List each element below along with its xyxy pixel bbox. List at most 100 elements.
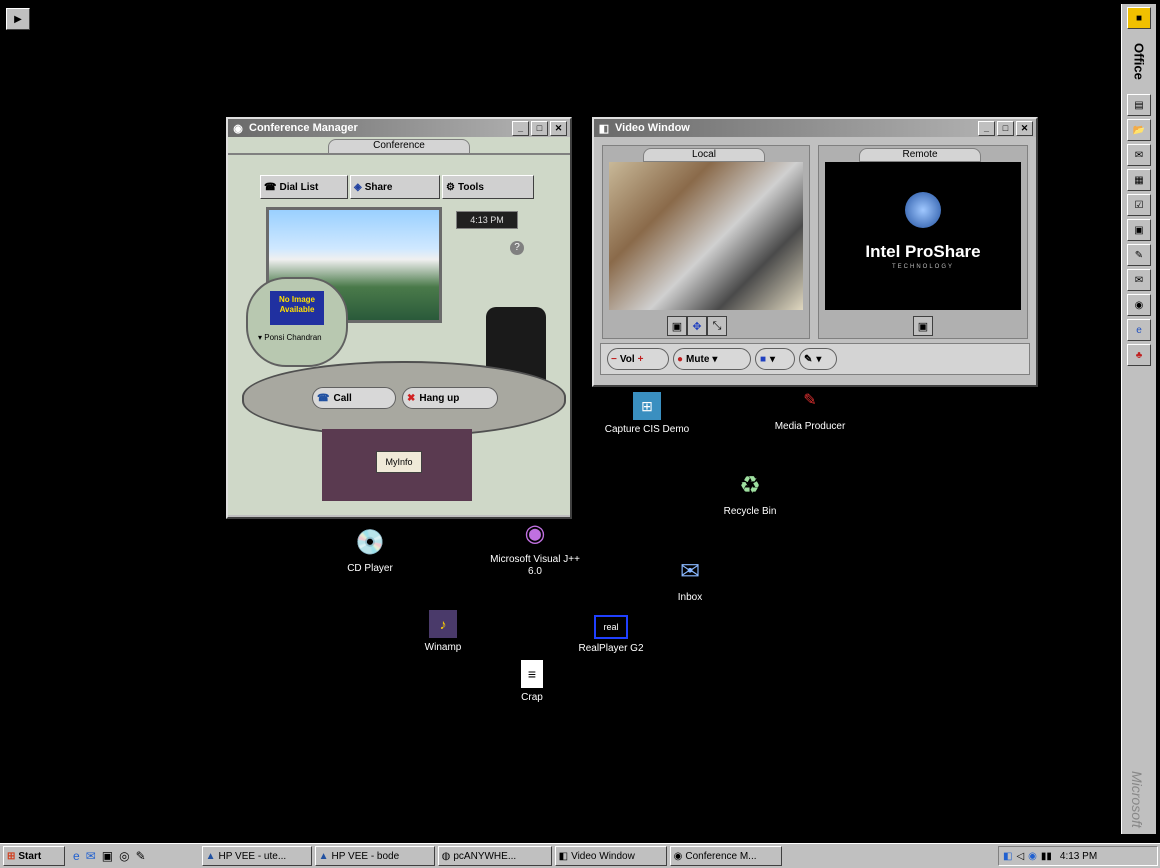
- start-button[interactable]: ⊞ Start: [3, 846, 65, 866]
- video-window-icon: ◧: [558, 850, 569, 862]
- task-hp-vee-ute[interactable]: ▲ HP VEE - ute...: [201, 846, 312, 866]
- maximize-button[interactable]: □: [997, 120, 1014, 136]
- proshare-logo-icon: [905, 192, 941, 228]
- divider: [228, 153, 570, 155]
- contact-name-label: Ponsi Chandran: [264, 333, 322, 342]
- dial-list-icon: ☎: [264, 181, 277, 193]
- share-icon: ◈: [354, 181, 362, 193]
- help-button[interactable]: ?: [510, 241, 524, 255]
- desktop-icon-label: Media Producer: [774, 421, 846, 432]
- window-title: Video Window: [615, 122, 690, 134]
- my-info-card[interactable]: MyInfo: [376, 451, 422, 473]
- chevron-down-icon: ▾: [816, 353, 822, 365]
- signal-icon[interactable]: ▮▮: [1041, 851, 1052, 862]
- folder-icon[interactable]: ✉: [1127, 269, 1151, 291]
- mute-button[interactable]: ● Mute ▾: [673, 348, 751, 370]
- close-button[interactable]: ✕: [1016, 120, 1033, 136]
- hp-vee-icon: ▲: [318, 850, 329, 862]
- adjust-icon[interactable]: ⤡: [707, 316, 727, 336]
- desktop-icon-realplayer[interactable]: real RealPlayer G2: [566, 615, 656, 655]
- channels-icon[interactable]: ◎: [119, 849, 129, 863]
- desktop-icon[interactable]: ▣: [102, 849, 113, 863]
- desktop-icon-inbox[interactable]: ✉ Inbox: [645, 556, 735, 604]
- desktop-icon-label: CD Player: [347, 563, 393, 574]
- hp-vee-icon: ▲: [205, 850, 216, 862]
- audio-controls-bar: − Vol + ● Mute ▾ ■ ▾ ✎ ▾: [600, 343, 1030, 375]
- conference-room-scene: Conference ☎ Dial List ◈ Share ⚙ Tools 4…: [228, 137, 570, 515]
- call-label: Call: [333, 392, 352, 404]
- desktop-icon-crap[interactable]: ≡ Crap: [487, 660, 577, 704]
- media-icon[interactable]: ◉: [1127, 294, 1151, 316]
- outlook-icon[interactable]: ✉: [1127, 144, 1151, 166]
- tab-local[interactable]: Local: [643, 148, 765, 162]
- desktop-icon-winamp[interactable]: ♪ Winamp: [398, 610, 488, 654]
- hang-up-button[interactable]: ✖ Hang up: [402, 387, 498, 409]
- brand-main: Intel ProShare: [865, 242, 981, 261]
- calendar-icon[interactable]: ▦: [1127, 169, 1151, 191]
- desktop-icon-label: Recycle Bin: [723, 506, 777, 517]
- dial-list-label: Dial List: [279, 181, 319, 193]
- minimize-button[interactable]: _: [978, 120, 995, 136]
- proshare-icon: ◉: [673, 850, 683, 862]
- volume-up-icon: +: [637, 353, 644, 365]
- desktop-icon-recycle-bin[interactable]: ♻ Recycle Bin: [705, 470, 795, 518]
- hang-up-icon: ✖: [407, 392, 416, 404]
- desktop-icon-media-producer[interactable]: ✎ Media Producer: [765, 385, 855, 433]
- contact-name[interactable]: ▾ Ponsi Chandran: [258, 333, 338, 342]
- open-folder-icon[interactable]: 📂: [1127, 119, 1151, 141]
- task-label: Video Window: [571, 850, 635, 862]
- video-window-titlebar[interactable]: ◧ Video Window _ □ ✕: [594, 119, 1036, 137]
- task-label: HP VEE - bode: [331, 850, 400, 862]
- task-pcanywhere[interactable]: ◍ pcANYWHE...: [437, 846, 552, 866]
- snapshot-icon[interactable]: ▣: [667, 316, 687, 336]
- desktop-icon-capture-cis-demo[interactable]: ⊞ Capture CIS Demo: [602, 392, 692, 436]
- task-video-window[interactable]: ◧ Video Window: [554, 846, 667, 866]
- task-conference-manager[interactable]: ◉ Conference M...: [669, 846, 782, 866]
- conference-manager-titlebar[interactable]: ◉ Conference Manager _ □ ✕: [228, 119, 570, 137]
- minimize-button[interactable]: _: [512, 120, 529, 136]
- winamp-icon: ♪: [429, 610, 457, 638]
- task-hp-vee-bode[interactable]: ▲ HP VEE - bode: [314, 846, 435, 866]
- microsoft-label: Microsoft: [1129, 771, 1145, 828]
- recycle-bin-icon: ♻: [739, 472, 761, 499]
- desktop-icon-label: Inbox: [677, 592, 703, 603]
- realplayer-icon: real: [594, 615, 628, 639]
- note-icon[interactable]: ✎: [1127, 244, 1151, 266]
- volume-control[interactable]: − Vol +: [607, 348, 669, 370]
- play-arrow-button[interactable]: ▶: [6, 8, 30, 30]
- tools-button[interactable]: ⚙ Tools: [442, 175, 534, 199]
- share-label: Share: [364, 181, 393, 193]
- game-icon[interactable]: ♣: [1127, 344, 1151, 366]
- desktop-icon-label: Crap: [521, 692, 543, 703]
- phone-icon: ☎: [317, 392, 330, 404]
- tools-label: Tools: [457, 181, 484, 193]
- network-icon[interactable]: ◧: [1003, 851, 1012, 862]
- local-video-feed: [609, 162, 803, 310]
- office-menu-button[interactable]: ■: [1127, 7, 1151, 29]
- tab-remote[interactable]: Remote: [859, 148, 981, 162]
- move-icon[interactable]: ✥: [687, 316, 707, 336]
- task-icon[interactable]: ☑: [1127, 194, 1151, 216]
- options-button[interactable]: ✎ ▾: [799, 348, 837, 370]
- maximize-button[interactable]: □: [531, 120, 548, 136]
- dial-list-button[interactable]: ☎ Dial List: [260, 175, 348, 199]
- ie-icon[interactable]: e: [73, 849, 80, 863]
- speaker-icon[interactable]: ◁: [1016, 851, 1024, 862]
- desktop-icon-visual-jpp[interactable]: ◉ Microsoft Visual J++ 6.0: [490, 518, 580, 578]
- pen-icon[interactable]: ✎: [136, 849, 146, 863]
- contact-icon[interactable]: ▣: [1127, 219, 1151, 241]
- close-button[interactable]: ✕: [550, 120, 567, 136]
- ie-icon[interactable]: e: [1127, 319, 1151, 341]
- snapshot-icon[interactable]: ▣: [913, 316, 933, 336]
- desktop-icon-label: Capture CIS Demo: [604, 424, 690, 435]
- volume-down-icon: −: [611, 353, 617, 365]
- call-button[interactable]: ☎ Call: [312, 387, 396, 409]
- outlook-express-icon[interactable]: ✉: [86, 849, 96, 863]
- options-icon: ✎: [804, 353, 813, 365]
- new-document-icon[interactable]: ▤: [1127, 94, 1151, 116]
- share-button[interactable]: ◈ Share: [350, 175, 440, 199]
- desktop-icon-cd-player[interactable]: 💿 CD Player: [325, 527, 415, 575]
- tab-conference[interactable]: Conference: [328, 139, 470, 154]
- video-mode-button[interactable]: ■ ▾: [755, 348, 795, 370]
- tray-app-icon[interactable]: ◉: [1028, 851, 1037, 862]
